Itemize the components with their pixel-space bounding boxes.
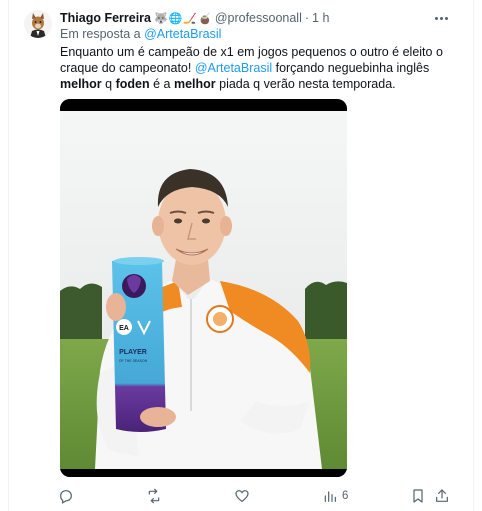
timeline-border-left [8,0,9,511]
tweet-bold-word: foden [115,77,150,91]
author-name-emojis: 🐺 🌐 🏒 🧉 [154,12,212,25]
post-timestamp[interactable]: 1 h [312,11,329,25]
reply-mention-link[interactable]: @ArtetaBrasil [144,27,221,41]
globe-emoji: 🌐 [168,12,183,25]
hockey-emoji: 🏒 [183,12,198,25]
reply-context: Em resposta a @ArtetaBrasil [60,27,221,41]
tweet-text-segment: piada q verão nesta temporada. [215,77,396,91]
reply-prefix: Em resposta a [60,27,145,41]
author-handle[interactable]: @professoonall [215,11,302,25]
bookmark-icon [413,489,423,503]
like-icon [235,490,249,503]
more-icon[interactable] [432,10,450,26]
trophy-sponsor-label: EA [119,325,129,332]
tweet-text-segment: forçando neguebinha inglês [272,61,430,75]
action-bar: 6 [58,486,458,506]
like-button[interactable] [234,486,250,506]
tweet-text-segment: q [101,77,116,91]
trophy: EA PLAYER OF THE SEASON [112,257,166,432]
mate-emoji: 🧉 [198,12,212,25]
trophy-sublabel: OF THE SEASON [119,359,148,363]
tweet-text: Enquanto um é campeão de x1 em jogos peq… [60,44,460,92]
tweet-bold-word: melhor [60,77,102,91]
header-separator: · [304,11,310,25]
tweet-mention-link[interactable]: @ArtetaBrasil [195,61,272,75]
tweet-bold-word: melhor [173,77,216,91]
wolf-emoji: 🐺 [154,12,168,25]
avatar[interactable] [24,10,52,38]
author-display-name[interactable]: Thiago Ferreira [60,11,151,25]
tweet-photo[interactable]: EA PLAYER OF THE SEASON [60,99,347,477]
retweet-button[interactable] [146,486,162,506]
share-icon [436,489,448,502]
trophy-label: PLAYER [119,349,147,356]
bookmark-button[interactable] [410,486,426,506]
share-button[interactable] [434,486,450,506]
tweet-text-segment: é a [149,77,174,91]
views-button[interactable]: 6 [322,486,348,506]
retweet-icon [148,488,160,504]
reply-icon [60,490,72,504]
views-icon [324,491,336,502]
reply-button[interactable] [58,486,74,506]
tweet-post[interactable]: Thiago Ferreira 🐺 🌐 🏒 🧉 @professoonall ·… [0,0,482,511]
views-count: 6 [342,490,349,502]
tweet-header: Thiago Ferreira 🐺 🌐 🏒 🧉 @professoonall ·… [60,10,329,26]
timeline-border-right [473,0,474,511]
